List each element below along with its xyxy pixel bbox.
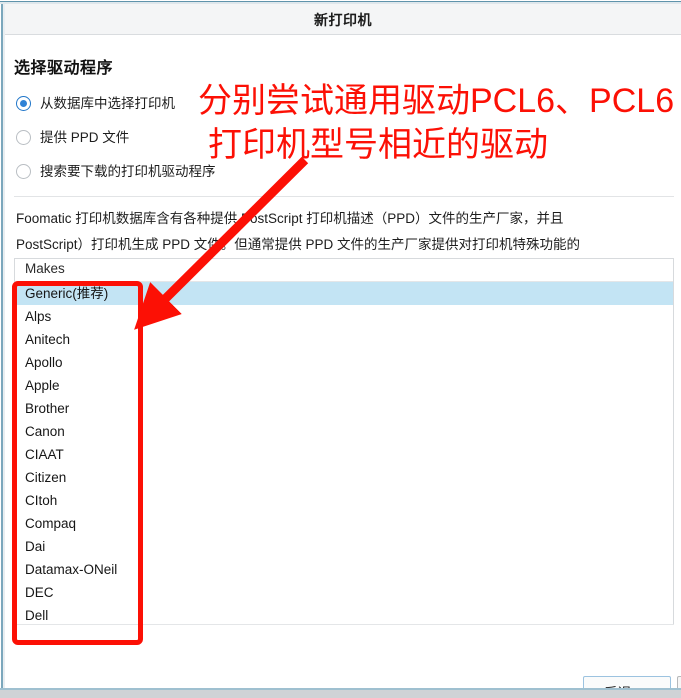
- radio-label-provide-ppd: 提供 PPD 文件: [40, 129, 130, 145]
- divider: [14, 196, 674, 197]
- list-item[interactable]: Dell: [15, 604, 673, 624]
- list-item[interactable]: Datamax-ONeil: [15, 558, 673, 581]
- new-printer-dialog: 新打印机 选择驱动程序 从数据库中选择打印机 提供 PPD 文件 搜索要下载的打…: [0, 0, 681, 698]
- list-item[interactable]: CItoh: [15, 489, 673, 512]
- radio-label-search-download: 搜索要下载的打印机驱动程序: [40, 163, 216, 179]
- list-item[interactable]: Compaq: [15, 512, 673, 535]
- radio-option-search-download[interactable]: 搜索要下载的打印机驱动程序: [16, 164, 216, 179]
- list-item[interactable]: Dai: [15, 535, 673, 558]
- list-item[interactable]: DEC: [15, 581, 673, 604]
- list-item[interactable]: Canon: [15, 420, 673, 443]
- radio-option-select-from-database[interactable]: 从数据库中选择打印机: [16, 96, 175, 111]
- radio-label-select-from-database: 从数据库中选择打印机: [40, 95, 175, 111]
- radio-icon-selected[interactable]: [16, 96, 31, 111]
- description-line-1: Foomatic 打印机数据库含有各种提供 PostScript 打印机描述（P…: [16, 211, 564, 226]
- list-item[interactable]: Apollo: [15, 351, 673, 374]
- description-line-2: PostScript）打印机生成 PPD 文件。但通常提供 PPD 文件的生产厂…: [16, 237, 581, 252]
- list-item[interactable]: Brother: [15, 397, 673, 420]
- radio-option-provide-ppd[interactable]: 提供 PPD 文件: [16, 130, 129, 145]
- database-description: Foomatic 打印机数据库含有各种提供 PostScript 打印机描述（P…: [16, 206, 681, 258]
- window-title: 新打印机: [314, 12, 372, 28]
- list-item[interactable]: CIAAT: [15, 443, 673, 466]
- radio-icon-unselected[interactable]: [16, 130, 31, 145]
- list-item[interactable]: Apple: [15, 374, 673, 397]
- radio-icon-unselected[interactable]: [16, 164, 31, 179]
- makes-column-header: Makes: [15, 259, 673, 281]
- window-frame-bottom: [0, 688, 681, 698]
- title-bar: 新打印机: [5, 4, 681, 35]
- makes-list-panel[interactable]: Makes Generic(推荐) Alps Anitech Apollo Apple B…: [14, 258, 674, 624]
- list-item[interactable]: Generic(推荐): [15, 282, 673, 305]
- list-item[interactable]: Alps: [15, 305, 673, 328]
- list-item[interactable]: Citizen: [15, 466, 673, 489]
- makes-list[interactable]: Generic(推荐) Alps Anitech Apollo Apple Brother…: [15, 282, 673, 624]
- dialog-body: 选择驱动程序 从数据库中选择打印机 提供 PPD 文件 搜索要下载的打印机驱动程…: [5, 36, 681, 698]
- list-bottom-divider: [14, 624, 674, 625]
- list-item[interactable]: Anitech: [15, 328, 673, 351]
- page-title: 选择驱动程序: [14, 60, 114, 77]
